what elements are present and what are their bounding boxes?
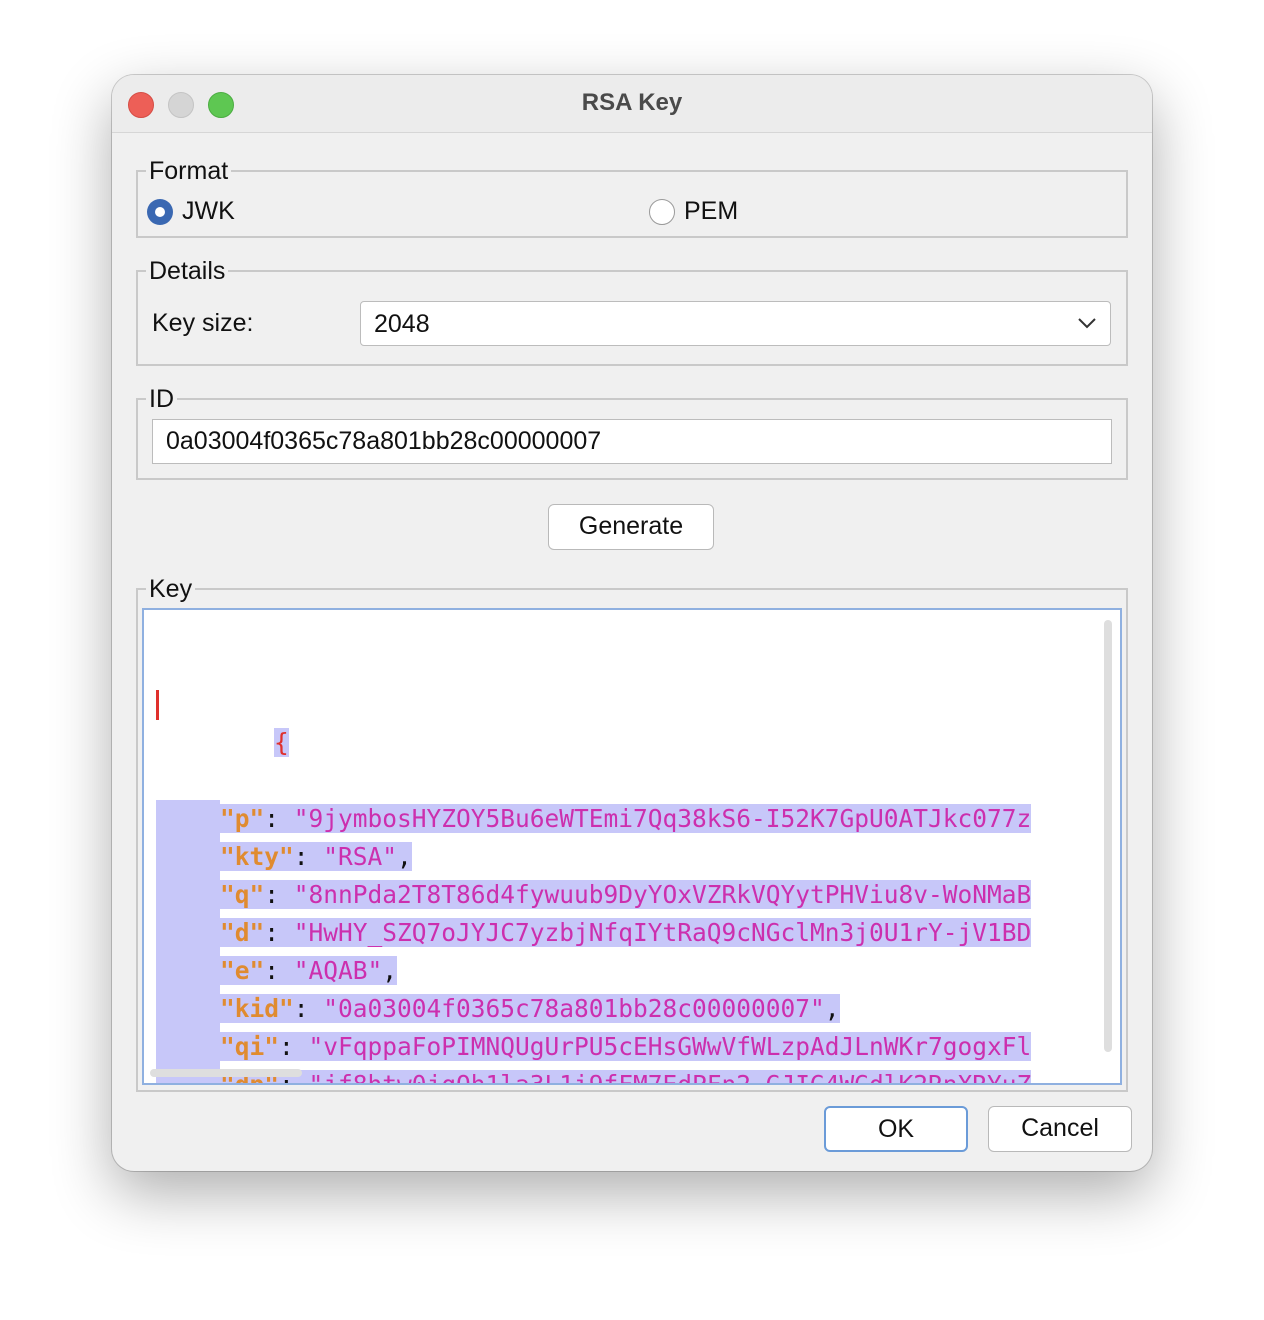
key-size-label: Key size: [152,309,254,337]
json-value: "RSA" [323,842,398,871]
text-cursor [156,690,159,720]
json-key: "p" [220,804,265,833]
json-key: "kty" [220,842,294,871]
format-radio-jwk-label: JWK [182,197,235,225]
code-line-entry: "q": "8nnPda2T8T86d4fywuub9DyYOxVZRkVQYy… [156,876,1032,914]
radio-unchecked-icon [649,198,675,225]
vertical-scrollbar[interactable] [1104,620,1112,1052]
code-line-entry: "p": "9jymbosHYZOY5Bu6eWTEmi7Qq38kS6-I52… [156,800,1032,838]
key-code: { "p": "9jymbosHYZOY5Bu6eWTEmi7Qq38kS6-I… [156,610,1032,1083]
open-brace: { [274,728,289,757]
json-value: "vFqppaFoPIMNQUgUrPU5cEHsGWwVfWLzpAdJLnW… [308,1032,1032,1061]
format-legend: Format [149,157,229,185]
format-radio-pem-label: PEM [684,197,739,225]
json-key: "d" [220,918,265,947]
code-line-entry: "qi": "vFqppaFoPIMNQUgUrPU5cEHsGWwVfWLzp… [156,1028,1032,1066]
json-key: "e" [220,956,265,985]
json-colon: : [264,956,294,985]
json-value: "9jymbosHYZOY5Bu6eWTEmi7Qq38kS6-I52K7GpU… [293,804,1032,833]
indent [156,1028,220,1066]
generate-button[interactable]: Generate [548,504,714,550]
json-value: "HwHY_SZQ7oJYJC7yzbjNfqIYtRaQ9cNGclMn3j0… [293,918,1032,947]
json-colon: : [264,880,294,909]
format-radio-pem[interactable]: PEM [649,197,738,226]
json-colon: : [293,842,324,871]
json-colon: : [279,1032,309,1061]
radio-checked-icon [147,198,173,225]
key-size-value: 2048 [374,310,430,338]
indent [156,800,220,838]
json-colon: : [264,804,294,833]
json-comma: , [382,956,398,985]
json-key: "qi" [220,1032,280,1061]
horizontal-scrollbar[interactable] [150,1069,302,1077]
indent [156,952,220,990]
id-input-box [152,419,1112,464]
title-bar: RSA Key [112,75,1152,133]
json-value: "0a03004f0365c78a801bb28c00000007" [323,994,825,1023]
chevron-down-icon [1078,318,1096,329]
indent [156,876,220,914]
id-legend: ID [149,385,174,413]
key-size-select[interactable]: 2048 [360,301,1111,346]
key-legend: Key [149,575,193,603]
format-group: Format [136,157,1128,238]
ok-button[interactable]: OK [824,1106,968,1152]
code-line-entry: "kty": "RSA", [156,838,1031,876]
indent [156,838,220,876]
cancel-button[interactable]: Cancel [988,1106,1132,1152]
code-line-open: { [156,686,1031,757]
format-radio-jwk[interactable]: JWK [147,197,235,226]
json-value: "8nnPda2T8T86d4fywuub9DyYOxVZRkVQYytPHVi… [293,880,1032,909]
rsa-key-dialog: RSA Key Format JWK PEM Details Key size:… [112,75,1152,1171]
json-colon: : [293,994,324,1023]
id-input[interactable] [153,420,1111,463]
code-line-entry: "e": "AQAB", [156,952,1031,990]
window-title: RSA Key [581,89,683,116]
json-key: "kid" [220,994,294,1023]
indent [156,990,220,1028]
code-line-entry: "kid": "0a03004f0365c78a801bb28c00000007… [156,990,1031,1028]
json-value: "jf8htw0jqQh1la3L1i9fFM7EdPFn2-GJIG4WGdl… [308,1070,1032,1083]
key-editor[interactable]: { "p": "9jymbosHYZOY5Bu6eWTEmi7Qq38kS6-I… [142,608,1122,1085]
code-line-entry: "d": "HwHY_SZQ7oJYJC7yzbjNfqIYtRaQ9cNGcl… [156,914,1032,952]
details-legend: Details [149,257,226,285]
indent [156,914,220,952]
json-value: "AQAB" [293,956,383,985]
json-comma: , [824,994,840,1023]
json-key: "q" [220,880,265,909]
json-colon: : [264,918,294,947]
json-comma: , [397,842,412,871]
